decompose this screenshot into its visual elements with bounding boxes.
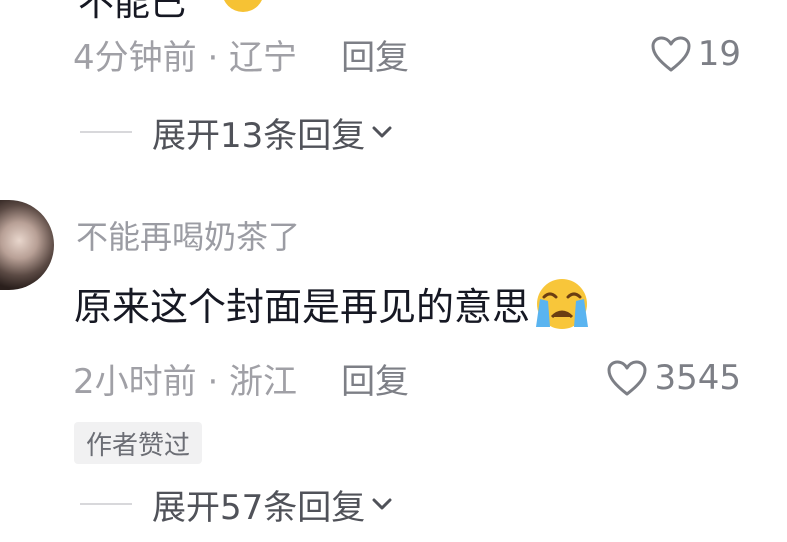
like-button[interactable]: 3545 <box>606 358 741 398</box>
username[interactable]: 不能再喝奶茶了 <box>76 212 300 258</box>
comment-body: 原来这个封面是再见的意思 <box>74 276 592 331</box>
heart-icon <box>651 36 691 72</box>
chevron-down-icon <box>372 126 392 138</box>
reply-button[interactable]: 回复 <box>341 354 409 403</box>
comment-list: 不能已 4分钟前 · 辽宁 回复 19 展开13条回复 不能再喝奶茶了 原来这个… <box>0 0 787 542</box>
previous-comment-text: 不能已 <box>78 0 187 24</box>
comment-text: 原来这个封面是再见的意思 <box>74 285 531 329</box>
expand-replies-button[interactable]: 展开13条回复 <box>80 108 393 156</box>
chevron-down-icon <box>372 498 392 510</box>
author-liked-badge: 作者赞过 <box>74 422 203 464</box>
heart-icon <box>607 360 647 396</box>
expand-replies-button[interactable]: 展开57条回复 <box>80 480 393 528</box>
expand-replies-label: 展开13条回复 <box>152 115 366 156</box>
comment-time-location: 4分钟前 · 辽宁 <box>73 37 298 78</box>
like-button[interactable]: 19 <box>650 34 741 74</box>
reply-button[interactable]: 回复 <box>341 30 409 79</box>
comment-meta-row: 2小时前 · 浙江 回复 3545 <box>73 354 741 402</box>
comment-time-location: 2小时前 · 浙江 <box>73 361 298 402</box>
like-count: 3545 <box>654 358 741 398</box>
divider-line <box>80 503 132 505</box>
crying-face-icon <box>536 278 589 329</box>
comment-meta-row: 4分钟前 · 辽宁 回复 19 <box>73 30 741 78</box>
expand-replies-label: 展开57条回复 <box>152 487 366 528</box>
divider-line <box>80 131 132 133</box>
like-count: 19 <box>697 34 741 74</box>
avatar[interactable] <box>0 200 54 290</box>
crying-face-icon <box>222 0 264 12</box>
